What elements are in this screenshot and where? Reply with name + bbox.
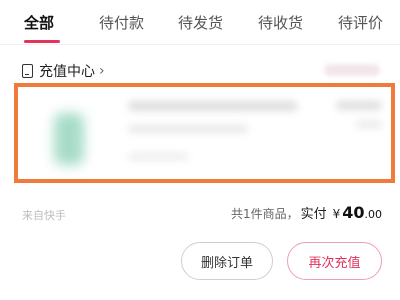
product-spec-redacted [128,125,248,133]
tab-pending-receipt[interactable]: 待收货 [258,12,303,33]
amount-integer: 40 [342,203,365,222]
tabs-divider [0,44,400,45]
delete-order-button[interactable]: 删除订单 [181,242,273,280]
phone-icon [22,64,33,78]
chevron-right-icon: › [99,63,105,79]
order-status-redacted [324,64,380,76]
store-header[interactable]: 充值中心 › [22,60,105,82]
paid-label: 实付 [300,207,327,222]
item-count: 共1件商品， [230,207,299,221]
store-name: 充值中心 [39,64,95,80]
recharge-again-button[interactable]: 再次充值 [287,242,382,280]
tab-pending-shipment[interactable]: 待发货 [178,12,223,33]
order-summary: 共1件商品， 实付 ¥ 40 .00 [231,203,382,222]
order-product-item[interactable] [14,83,395,183]
order-status-tabs: 全部 待付款 待发货 待收货 待评价 [0,0,400,44]
order-source-note: 来自快手 [22,209,66,222]
active-tab-indicator [24,40,60,43]
currency-symbol: ¥ [332,207,341,221]
product-quantity-redacted [356,121,382,128]
tab-all[interactable]: 全部 [24,12,54,33]
product-thumbnail [54,113,84,165]
tab-pending-review[interactable]: 待评价 [338,12,383,33]
product-title-redacted [128,101,298,111]
amount-decimal: .00 [364,208,383,221]
tab-pending-payment[interactable]: 待付款 [99,12,144,33]
product-extra-redacted [128,153,188,160]
product-price-redacted [336,101,382,110]
